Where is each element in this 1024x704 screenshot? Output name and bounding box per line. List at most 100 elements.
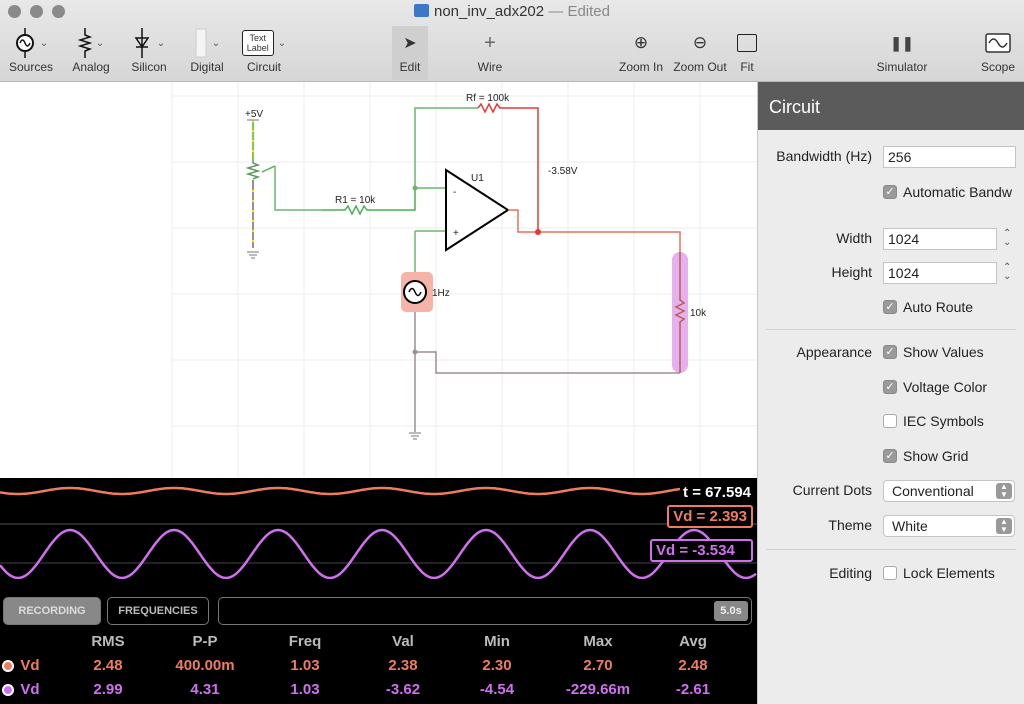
column-header: Avg (679, 633, 707, 650)
rf-label: Rf = 100k (466, 93, 510, 104)
title-text: non_inv_adx202 (434, 3, 545, 20)
theme-select[interactable]: White ▲ ▼ (883, 515, 1015, 537)
measurement-value: 2.48 (93, 657, 123, 674)
width-label: Width (836, 230, 872, 246)
lock-elements-checkbox[interactable]: Lock Elements (883, 565, 995, 581)
junction-dot (535, 229, 541, 235)
editing-label: Editing (829, 565, 872, 581)
probe2-value-box: Vd = -3.534 (650, 539, 753, 562)
scope-panel[interactable]: t = 67.594 Vd = 2.393 Vd = -3.534 RECORD… (0, 478, 757, 704)
checkmark-icon: ✓ (883, 449, 897, 463)
voltage-color-label: Voltage Color (903, 379, 988, 395)
output-wire (508, 209, 681, 252)
circuit-label: Circuit (246, 60, 281, 74)
checkmark-icon: ✓ (883, 345, 897, 359)
zoom-out-button[interactable]: ⊖ Zoom Out (670, 26, 730, 80)
fit-icon (737, 34, 757, 52)
column-header: RMS (91, 633, 125, 650)
cursor-arrow-icon: ➤ (403, 35, 417, 52)
width-input[interactable]: 1024 (883, 228, 997, 250)
scope-button[interactable]: Scope (976, 26, 1020, 80)
scope-label: Scope (980, 60, 1016, 74)
analog-button[interactable]: ⌄ Analog (68, 26, 114, 80)
chevron-down-icon: ⌄ (277, 37, 287, 49)
wire-label: Wire (477, 60, 503, 74)
show-grid-checkbox[interactable]: ✓ Show Grid (883, 448, 968, 464)
r1-label: R1 = 10k (335, 195, 376, 206)
document-icon (414, 4, 429, 17)
opamp-label: U1 (471, 173, 484, 184)
current-dots-select[interactable]: Conventional ▲ ▼ (883, 480, 1015, 502)
recording-button[interactable]: RECORDING (3, 597, 101, 625)
column-header: Min (484, 633, 510, 650)
measurement-value: 1.03 (290, 681, 320, 698)
edited-status: — Edited (548, 3, 610, 20)
simulator-label: Simulator (876, 60, 928, 74)
silicon-label: Silicon (131, 60, 167, 74)
silicon-button[interactable]: ⌄ Silicon (126, 26, 172, 80)
edit-label: Edit (399, 60, 421, 74)
column-header: P-P (192, 633, 218, 650)
divider (766, 329, 1016, 330)
probe-color-icon[interactable] (2, 660, 14, 672)
theme-value: White (892, 518, 928, 534)
panel-title: Circuit (758, 82, 1024, 130)
text-label-icon: Text Label (241, 30, 274, 56)
measurement-value: -2.61 (675, 681, 711, 698)
frequencies-button[interactable]: FREQUENCIES (107, 597, 209, 625)
edit-button[interactable]: ➤ Edit (392, 26, 428, 80)
show-values-checkbox[interactable]: ✓ Show Values (883, 344, 984, 360)
checkmark-icon: ✓ (883, 300, 897, 314)
bandwidth-input[interactable]: 256 (883, 146, 1016, 168)
width-stepper[interactable]: ⌃ ⌄ (1003, 229, 1011, 248)
measurement-value: 400.00m (175, 657, 235, 674)
auto-route-label: Auto Route (903, 299, 974, 315)
circuit-button[interactable]: Text Label ⌄ Circuit (238, 26, 290, 80)
potentiometer-wiper (261, 165, 276, 173)
junction-dot (412, 349, 418, 355)
auto-route-checkbox[interactable]: ✓ Auto Route (883, 299, 973, 315)
lock-elements-label: Lock Elements (903, 565, 995, 581)
toolbar: non_inv_adx202 — Edited ⌄ Sources ⌄ Anal… (0, 0, 1024, 82)
appearance-label: Appearance (796, 344, 872, 360)
supply-label: +5V (245, 109, 263, 120)
fit-button[interactable]: Fit (733, 26, 761, 80)
measurement-value: -4.54 (479, 681, 515, 698)
theme-label: Theme (828, 517, 872, 533)
automatic-bandwidth-checkbox[interactable]: ✓ Automatic Bandw (883, 184, 1012, 200)
probe-color-icon[interactable] (2, 684, 14, 696)
measurement-value: -229.66m (565, 681, 631, 698)
show-grid-label: Show Grid (903, 448, 969, 464)
analog-label: Analog (72, 60, 110, 74)
measurement-value: -3.62 (385, 681, 421, 698)
probe-name: Vd (20, 657, 40, 674)
circuit-canvas[interactable]: +5V R1 = 10k Rf = 100k U1 - + -3.58V 10k… (0, 82, 757, 478)
window-length-badge: 5.0s (714, 601, 748, 621)
chevron-down-icon: ⌄ (39, 37, 49, 49)
time-window-slider[interactable]: 5.0s (218, 597, 752, 625)
ground-icon (409, 432, 421, 440)
junction-dot (412, 185, 418, 191)
scope-icon (985, 33, 1011, 53)
zoom-in-button[interactable]: ⊕ Zoom In (616, 26, 666, 80)
measurement-value: 2.48 (678, 657, 708, 674)
digital-button[interactable]: ⌄ Digital (184, 26, 230, 80)
measurement-value: 1.03 (290, 657, 320, 674)
sources-button[interactable]: ⌄ Sources (6, 26, 56, 80)
simulator-button[interactable]: ❚❚ Simulator (872, 26, 932, 80)
wire-button[interactable]: + Wire (470, 26, 510, 80)
measurement-value: 2.99 (93, 681, 123, 698)
sine-source-icon (15, 28, 34, 58)
voltage-color-checkbox[interactable]: ✓ Voltage Color (883, 379, 987, 395)
potentiometer[interactable] (245, 160, 261, 180)
measurement-value: 4.31 (190, 681, 220, 698)
iec-symbols-checkbox[interactable]: IEC Symbols (883, 413, 984, 429)
output-voltage-label: -3.58V (548, 166, 578, 177)
measurement-value: 2.38 (388, 657, 418, 674)
checkmark-icon: ✓ (883, 185, 897, 199)
height-input[interactable]: 1024 (883, 262, 997, 284)
wire (415, 351, 680, 374)
chevron-down-icon: ⌄ (156, 37, 166, 49)
bandwidth-label: Bandwidth (Hz) (776, 148, 872, 164)
height-stepper[interactable]: ⌃ ⌄ (1003, 263, 1011, 282)
